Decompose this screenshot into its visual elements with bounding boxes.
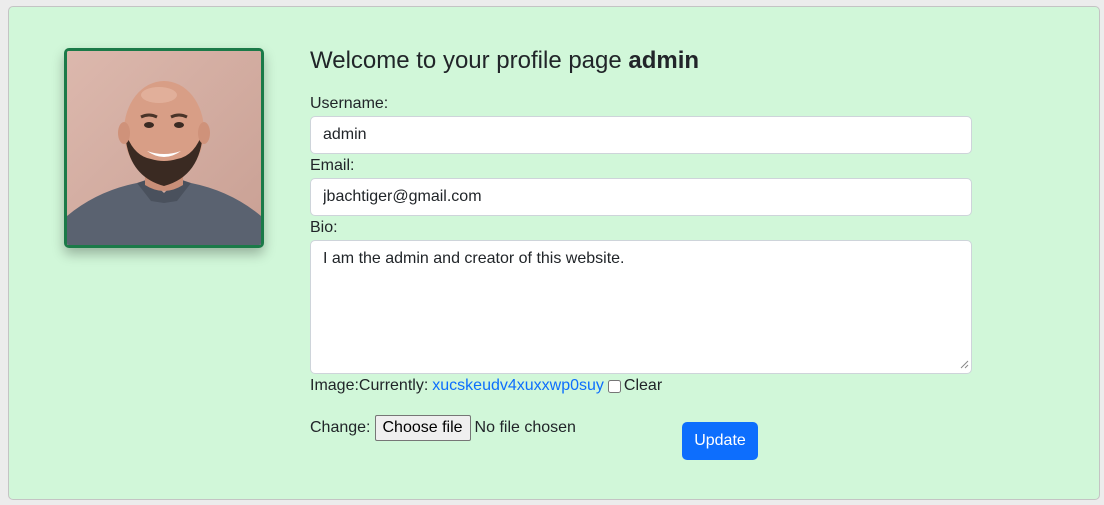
change-row: Change: Choose file No file chosen: [310, 414, 576, 442]
currently-label: Currently:: [358, 377, 429, 394]
choose-file-button[interactable]: Choose file: [374, 415, 471, 441]
page-title-username: admin: [628, 47, 700, 74]
email-input[interactable]: [310, 178, 972, 216]
username-label: Username:: [310, 95, 389, 112]
clear-checkbox[interactable]: [607, 379, 621, 393]
page-title: Welcome to your profile page admin: [310, 47, 699, 75]
current-file-link[interactable]: xucskeudv4xuxxwp0suy: [432, 377, 604, 395]
email-label: Email:: [310, 157, 355, 174]
image-label: Image:: [310, 377, 359, 394]
profile-card: Welcome to your profile page admin Usern…: [8, 6, 1100, 500]
username-input[interactable]: [310, 116, 972, 154]
profile-avatar: [64, 48, 264, 248]
bio-textarea[interactable]: I am the admin and creator of this websi…: [310, 240, 972, 374]
change-label: Change:: [310, 419, 371, 436]
bio-label: Bio:: [310, 219, 338, 236]
no-file-text: No file chosen: [474, 419, 576, 436]
profile-photo-icon: [67, 51, 261, 245]
page-title-prefix: Welcome to your profile page: [310, 47, 629, 74]
clear-label[interactable]: Clear: [624, 377, 662, 395]
resize-grip-icon[interactable]: [959, 359, 969, 369]
update-button[interactable]: Update: [682, 422, 758, 460]
image-row: Image: Currently: xucskeudv4xuxxwp0suy C…: [310, 377, 662, 395]
